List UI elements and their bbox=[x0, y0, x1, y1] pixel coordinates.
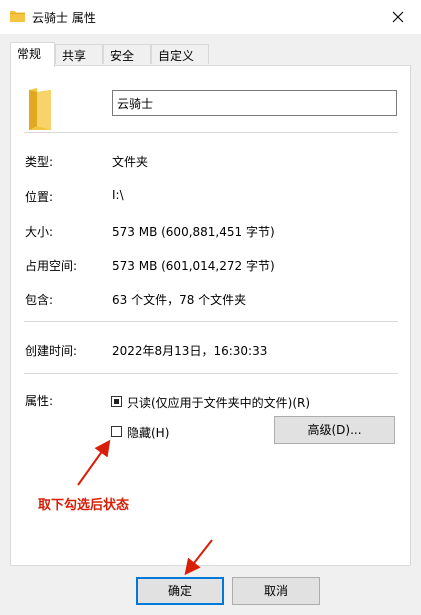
close-button[interactable] bbox=[375, 0, 421, 34]
window-title: 云骑士 属性 bbox=[32, 11, 96, 25]
annotation-text: 取下勾选后状态 bbox=[38, 498, 130, 513]
separator bbox=[24, 321, 398, 322]
contains-value: 63 个文件，78 个文件夹 bbox=[112, 293, 247, 307]
created-value: 2022年8月13日，16:30:33 bbox=[112, 344, 268, 358]
tab-label: 共享 bbox=[62, 49, 87, 63]
folder-name-input[interactable]: 云骑士 bbox=[112, 90, 397, 116]
tab-label: 安全 bbox=[110, 49, 135, 63]
contains-label: 包含: bbox=[25, 293, 54, 307]
folder-icon bbox=[10, 11, 25, 22]
tab-security[interactable]: 安全 bbox=[103, 44, 151, 64]
separator bbox=[24, 132, 398, 133]
tab-customize[interactable]: 自定义 bbox=[151, 44, 209, 64]
location-label: 位置: bbox=[25, 190, 54, 204]
disk-size-value: 573 MB (601,014,272 字节) bbox=[112, 259, 275, 273]
general-panel: 云骑士 类型: 文件夹 位置: I:\ 大小: 573 MB (600,881,… bbox=[10, 65, 411, 566]
cancel-button[interactable]: 取消 bbox=[232, 577, 320, 605]
close-icon bbox=[392, 11, 404, 23]
tab-sharing[interactable]: 共享 bbox=[55, 44, 103, 64]
ok-button[interactable]: 确定 bbox=[136, 577, 224, 605]
type-value: 文件夹 bbox=[112, 155, 149, 169]
readonly-checkbox[interactable] bbox=[111, 396, 122, 407]
tab-label: 自定义 bbox=[158, 49, 195, 63]
size-label: 大小: bbox=[25, 225, 54, 239]
location-value: I:\ bbox=[112, 188, 124, 202]
tab-label: 常规 bbox=[17, 47, 42, 61]
tab-general[interactable]: 常规 bbox=[10, 42, 55, 67]
separator bbox=[24, 373, 398, 374]
title-bar: 云骑士 属性 bbox=[0, 0, 421, 34]
attributes-label: 属性: bbox=[25, 394, 54, 408]
disk-size-label: 占用空间: bbox=[25, 259, 78, 273]
type-label: 类型: bbox=[25, 155, 54, 169]
folder-icon bbox=[29, 88, 51, 130]
hidden-label: 隐藏(H) bbox=[127, 426, 170, 440]
hidden-checkbox[interactable] bbox=[111, 426, 122, 437]
size-value: 573 MB (600,881,451 字节) bbox=[112, 225, 275, 239]
advanced-button[interactable]: 高级(D)... bbox=[274, 416, 395, 444]
created-label: 创建时间: bbox=[25, 344, 78, 358]
readonly-label: 只读(仅应用于文件夹中的文件)(R) bbox=[127, 396, 311, 410]
